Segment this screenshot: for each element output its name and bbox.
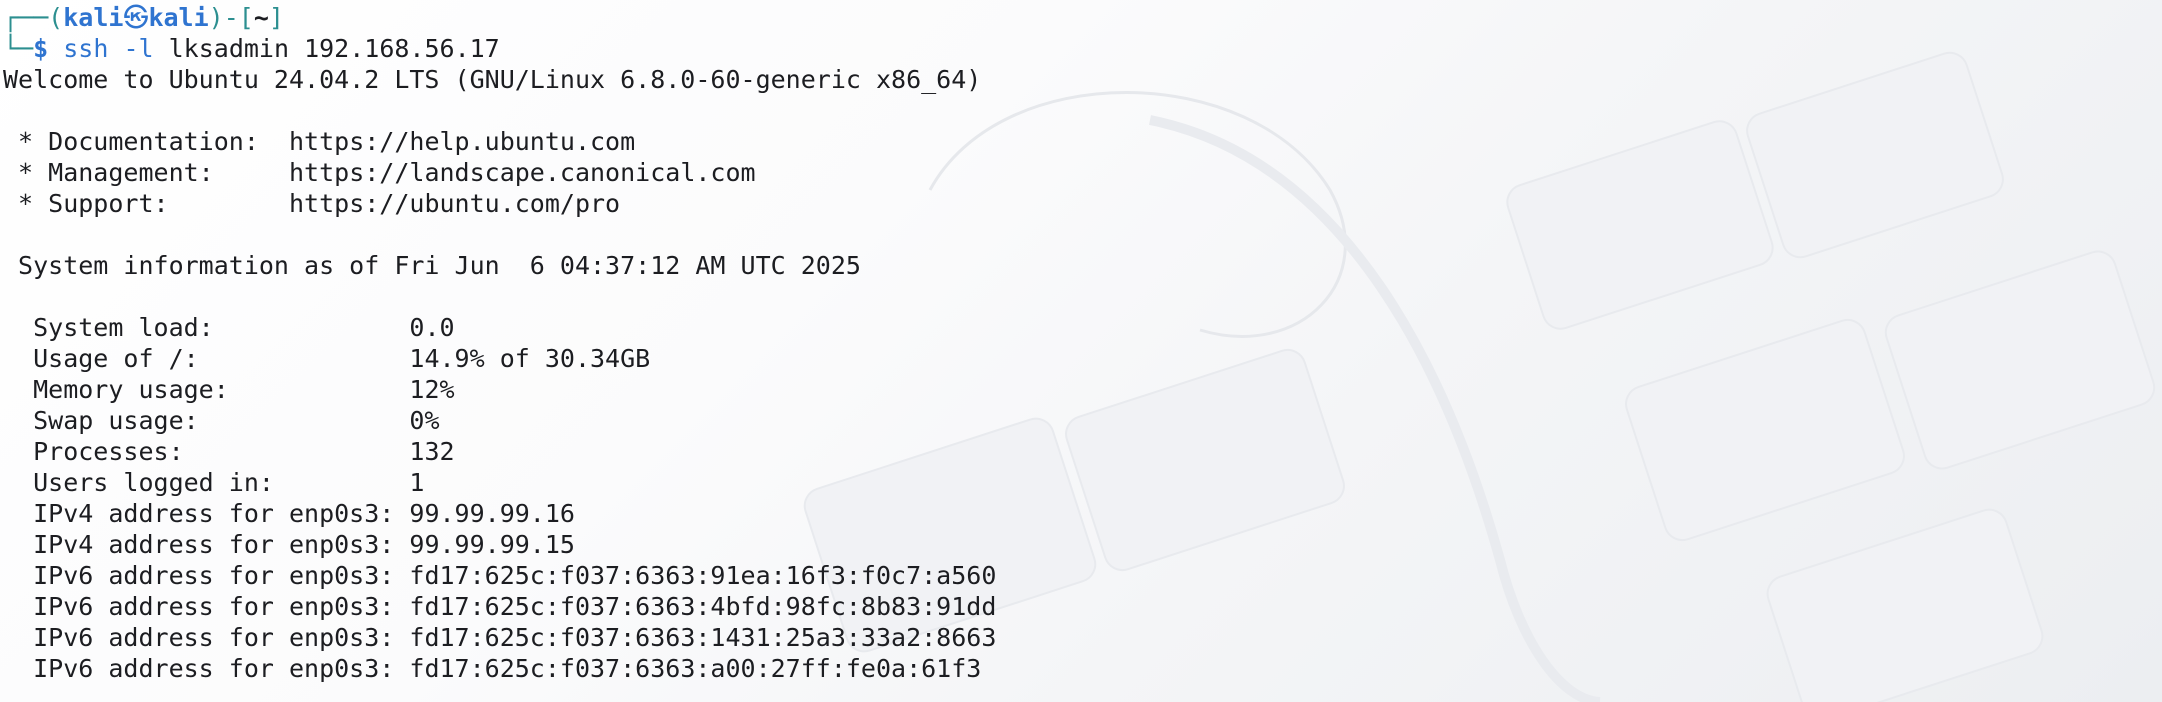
- sysinfo-row: IPv4 address for enp0s3: 99.99.99.15: [3, 529, 2153, 560]
- link-line: * Support: https://ubuntu.com/pro: [3, 188, 2153, 219]
- sysinfo-value: fd17:625c:f037:6363:91ea:16f3:f0c7:a560: [409, 561, 997, 590]
- welcome-line: Welcome to Ubuntu 24.04.2 LTS (GNU/Linux…: [3, 65, 982, 94]
- terminal-output[interactable]: ┌──(kali㉿kali)-[~] └─$ ssh -l lksadmin 1…: [3, 2, 2153, 700]
- link-url: https://landscape.canonical.com: [288, 158, 756, 187]
- sysinfo-value: 12%: [409, 375, 455, 404]
- sysinfo-label: IPv6 address for enp0s3:: [3, 561, 410, 590]
- sysinfo-row: IPv6 address for enp0s3: fd17:625c:f037:…: [3, 591, 2153, 622]
- sysinfo-label: IPv6 address for enp0s3:: [3, 623, 410, 652]
- prompt-frame-mid: )-[: [208, 3, 254, 32]
- sysinfo-label: IPv4 address for enp0s3:: [3, 499, 410, 528]
- link-label: * Management:: [3, 158, 289, 187]
- sysinfo-label: Usage of /:: [3, 344, 410, 373]
- sysinfo-value: fd17:625c:f037:6363:a00:27ff:fe0a:61f3: [409, 654, 982, 683]
- sysinfo-value: 132: [409, 437, 455, 466]
- link-url: https://ubuntu.com/pro: [288, 189, 621, 218]
- prompt-at-symbol: ㉿: [123, 3, 149, 32]
- prompt-frame-top: ┌──(: [3, 3, 64, 32]
- sysinfo-row: Swap usage: 0%: [3, 405, 2153, 436]
- sysinfo-row: IPv6 address for enp0s3: fd17:625c:f037:…: [3, 653, 2153, 684]
- sysinfo-row: IPv6 address for enp0s3: fd17:625c:f037:…: [3, 560, 2153, 591]
- sysinfo-row: Usage of /: 14.9% of 30.34GB: [3, 343, 2153, 374]
- prompt-line-command: └─$ ssh -l lksadmin 192.168.56.17: [3, 33, 2153, 64]
- sysinfo-value: 99.99.99.16: [409, 499, 575, 528]
- sysinfo-value: fd17:625c:f037:6363:4bfd:98fc:8b83:91dd: [409, 592, 997, 621]
- sysinfo-value: 1: [409, 468, 425, 497]
- sysinfo-label: IPv4 address for enp0s3:: [3, 530, 410, 559]
- sysinfo-label: System load:: [3, 313, 410, 342]
- sysinfo-row: IPv4 address for enp0s3: 99.99.99.16: [3, 498, 2153, 529]
- prompt-user: kali: [63, 3, 124, 32]
- link-line: * Management: https://landscape.canonica…: [3, 157, 2153, 188]
- prompt-host: kali: [148, 3, 209, 32]
- sysinfo-value: 0%: [409, 406, 440, 435]
- sysinfo-value: 0.0: [409, 313, 455, 342]
- sysinfo-label: Swap usage:: [3, 406, 410, 435]
- prompt-line-top: ┌──(kali㉿kali)-[~]: [3, 2, 2153, 33]
- sysinfo-label: Users logged in:: [3, 468, 410, 497]
- prompt-frame-end: ]: [268, 3, 284, 32]
- link-url: https://help.ubuntu.com: [288, 127, 636, 156]
- sysinfo-row: IPv6 address for enp0s3: fd17:625c:f037:…: [3, 622, 2153, 653]
- sysinfo-label: Memory usage:: [3, 375, 410, 404]
- sysinfo-label: IPv6 address for enp0s3:: [3, 592, 410, 621]
- sysinfo-row: Processes: 132: [3, 436, 2153, 467]
- sysinfo-row: Memory usage: 12%: [3, 374, 2153, 405]
- sysinfo-value: fd17:625c:f037:6363:1431:25a3:33a2:8663: [409, 623, 997, 652]
- sysinfo-label: IPv6 address for enp0s3:: [3, 654, 410, 683]
- prompt-directory: ~: [253, 3, 269, 32]
- link-label: * Documentation:: [3, 127, 289, 156]
- link-label: * Support:: [3, 189, 289, 218]
- prompt-frame-bottom: └─: [3, 34, 34, 63]
- sysinfo-value: 99.99.99.15: [409, 530, 575, 559]
- sysinfo-value: 14.9% of 30.34GB: [409, 344, 651, 373]
- link-line: * Documentation: https://help.ubuntu.com: [3, 126, 2153, 157]
- command-name: ssh -l: [63, 34, 154, 63]
- sysinfo-row: Users logged in: 1: [3, 467, 2153, 498]
- prompt-dollar: $: [33, 34, 49, 63]
- command-args: lksadmin 192.168.56.17: [168, 34, 500, 63]
- sysinfo-row: System load: 0.0: [3, 312, 2153, 343]
- sysinfo-header: System information as of Fri Jun 6 04:37…: [3, 251, 861, 280]
- sysinfo-label: Processes:: [3, 437, 410, 466]
